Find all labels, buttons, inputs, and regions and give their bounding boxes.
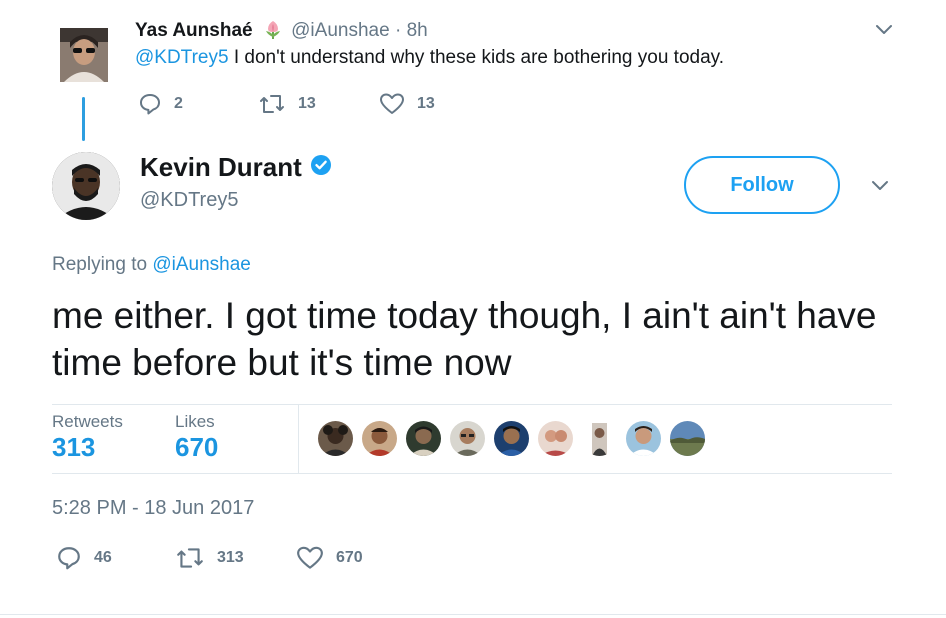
liker-avatar[interactable] — [406, 421, 441, 456]
reply-action[interactable]: 46 — [56, 545, 112, 571]
parent-author-handle[interactable]: @iAunshae — [291, 20, 390, 41]
verified-badge-icon — [310, 152, 332, 182]
thread-connector-line — [82, 97, 85, 141]
parent-like-action[interactable]: 13 — [379, 92, 435, 116]
parent-retweet-count: 13 — [298, 95, 316, 112]
liker-avatar[interactable] — [362, 421, 397, 456]
retweets-stat-value: 313 — [52, 432, 96, 462]
liker-avatar[interactable] — [626, 421, 661, 456]
tulip-icon — [262, 18, 284, 47]
retweet-icon — [258, 92, 286, 116]
stats-bottom-divider — [52, 473, 892, 474]
stats-vertical-divider — [298, 405, 299, 473]
liker-avatar[interactable] — [494, 421, 529, 456]
retweets-stat-label: Retweets — [52, 412, 123, 431]
replying-to-link[interactable]: @iAunshae — [152, 254, 251, 275]
reply-icon — [56, 545, 82, 571]
likes-stat[interactable]: Likes 670 — [175, 412, 218, 462]
parent-tweet-time[interactable]: 8h — [407, 20, 428, 41]
parent-like-count: 13 — [417, 95, 435, 112]
parent-retweet-action[interactable]: 13 — [258, 92, 316, 116]
main-author-name[interactable]: Kevin Durant — [140, 152, 332, 182]
replying-to: Replying to @iAunshae — [52, 253, 251, 277]
tweet-text: me either. I got time today though, I ai… — [52, 295, 877, 383]
parent-tweet-body: I don't understand why these kids are bo… — [233, 47, 725, 68]
parent-avatar[interactable] — [60, 28, 108, 82]
retweet-icon — [175, 545, 205, 571]
main-avatar[interactable] — [52, 152, 120, 220]
retweet-action[interactable]: 313 — [175, 545, 244, 571]
liker-avatar[interactable] — [670, 421, 705, 456]
retweets-stat[interactable]: Retweets 313 — [52, 412, 123, 462]
reply-icon — [138, 92, 162, 116]
parent-reply-count: 2 — [174, 95, 183, 112]
liker-avatar[interactable] — [538, 421, 573, 456]
reply-count: 46 — [94, 549, 112, 566]
parent-tweet-text: @KDTrey5 I don't understand why these ki… — [135, 46, 724, 70]
meta-separator: · — [394, 20, 402, 41]
follow-button[interactable]: Follow — [684, 156, 840, 214]
main-author-handle[interactable]: @KDTrey5 — [140, 188, 238, 212]
author-name-text: Kevin Durant — [140, 152, 302, 182]
mention-link[interactable]: @KDTrey5 — [135, 47, 229, 68]
likers-avatars — [318, 421, 714, 456]
heart-icon — [379, 92, 405, 116]
tweet-timestamp[interactable]: 5:28 PM - 18 Jun 2017 — [52, 496, 254, 520]
heart-icon — [296, 545, 324, 571]
like-count: 670 — [336, 549, 363, 566]
chevron-down-icon[interactable] — [869, 174, 891, 201]
stats-top-divider — [52, 404, 892, 405]
parent-author-name[interactable]: Yas Aunshaé — [135, 20, 253, 41]
retweet-count: 313 — [217, 549, 244, 566]
liker-avatar[interactable] — [582, 421, 617, 456]
like-action[interactable]: 670 — [296, 545, 363, 571]
likes-stat-value: 670 — [175, 432, 219, 462]
parent-reply-action[interactable]: 2 — [138, 92, 183, 116]
parent-tweet-header: Yas Aunshaé @iAunshae · 8h — [135, 18, 428, 47]
liker-avatar[interactable] — [318, 421, 353, 456]
tweet-bottom-border — [0, 614, 946, 615]
likes-stat-label: Likes — [175, 412, 215, 431]
liker-avatar[interactable] — [450, 421, 485, 456]
replying-prefix: Replying to — [52, 254, 148, 275]
chevron-down-icon[interactable] — [873, 18, 895, 45]
